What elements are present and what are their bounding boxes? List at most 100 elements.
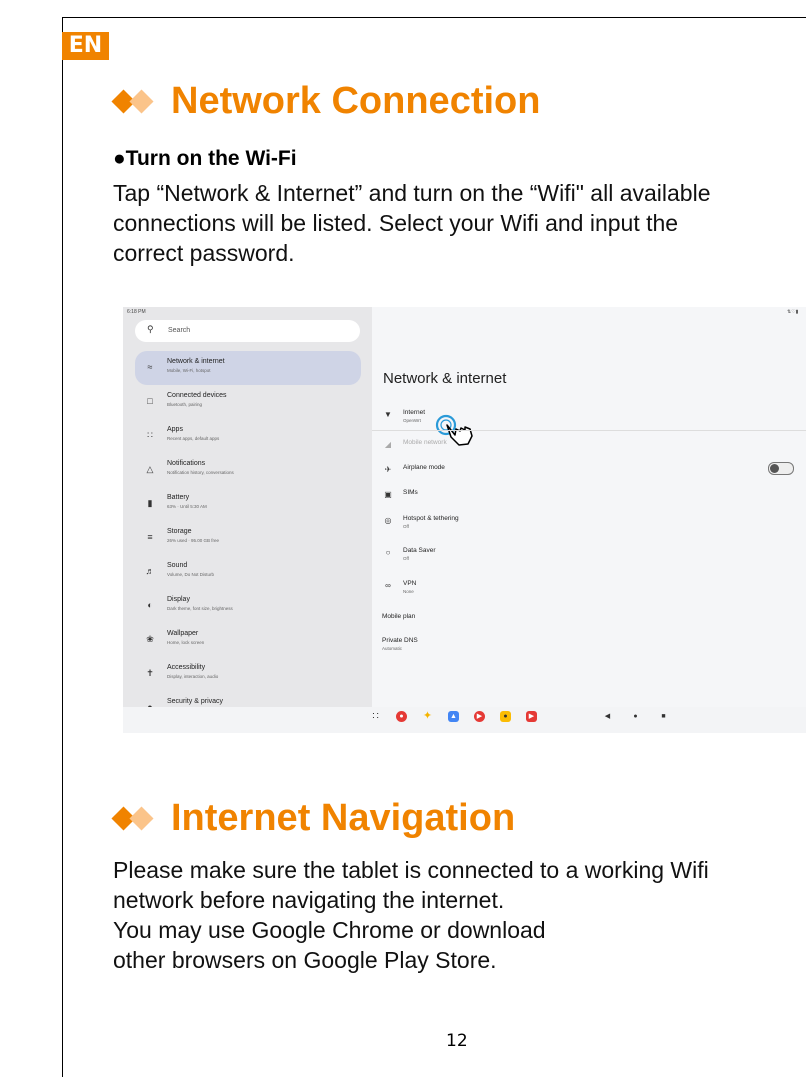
app-drawer-icon[interactable]: ∷ [370, 711, 381, 722]
sidebar-item-label: Connected devices [167, 392, 227, 399]
chrome-icon[interactable]: ● [396, 711, 407, 722]
data-saver-icon: ○ [385, 548, 391, 557]
panel-title: Network & internet [383, 370, 507, 387]
wifi-icon: ▼ [384, 410, 392, 419]
signal-icon: ◢ [384, 440, 392, 449]
sidebar-item-sub: Home, lock screen [167, 640, 205, 645]
gallery-icon[interactable]: ▲ [448, 711, 459, 722]
page-number: 12 [446, 1031, 468, 1051]
section-title: Network Connection [171, 80, 541, 122]
sidebar-item-sub: Notification history, conversations [167, 470, 234, 475]
language-tag: EN [62, 32, 109, 60]
item-sub: Off [403, 524, 409, 529]
sidebar-item-wallpaper[interactable]: ❀ Wallpaper Home, lock screen [135, 623, 361, 657]
search-placeholder: Search [168, 327, 191, 334]
item-label: VPN [403, 580, 417, 587]
photos-icon[interactable]: ✦ [422, 711, 433, 722]
brightness-icon: ◐ [147, 600, 153, 610]
item-label: Data Saver [403, 547, 436, 554]
home-icon[interactable]: ● [630, 711, 641, 722]
sidebar-item-label: Accessibility [167, 664, 206, 671]
search-icon: ⚲ [147, 324, 154, 334]
wifi-icon: ≈ [147, 362, 153, 372]
sidebar-item-label: Wallpaper [167, 630, 199, 637]
sidebar-item-label: Apps [167, 426, 183, 433]
sidebar-item-sub: Mobile, Wi-Fi, hotspot [167, 368, 211, 373]
back-icon[interactable]: ◀ [602, 711, 613, 722]
item-sub: None [403, 589, 414, 594]
music-icon[interactable]: ▶ [474, 711, 485, 722]
text-line: correct password. [113, 240, 295, 266]
item-label: Airplane mode [403, 464, 445, 471]
airplane-mode-toggle[interactable] [768, 462, 794, 475]
camera-icon[interactable]: ● [500, 711, 511, 722]
sidebar-item-connected-devices[interactable]: □ Connected devices Bluetooth, pairing [135, 385, 361, 419]
sidebar-item-label: Sound [167, 562, 188, 569]
sidebar-item-sub: Dark theme, font size, brightness [167, 606, 233, 611]
sidebar-item-label: Battery [167, 494, 190, 501]
item-label: SIMs [403, 489, 418, 496]
diamond-bullet-icon [111, 88, 159, 114]
text-line: Please make sure the tablet is connected… [113, 857, 709, 883]
sidebar-item-sub: 63% · Until 5:30 AM [167, 504, 207, 509]
settings-sidebar: 6:18 PM ⚲ Search ≈ Network & internet Mo… [123, 307, 372, 712]
subheading: ●Turn on the Wi-Fi [113, 147, 297, 170]
paragraph: Tap “Network & Internet” and turn on the… [113, 178, 711, 268]
sidebar-item-label: Notifications [167, 460, 206, 467]
vpn-key-icon: ∞ [385, 581, 391, 590]
diamond-bullet-icon [111, 805, 159, 831]
sidebar-item-sub: Volume, Do Not Disturb [167, 572, 215, 577]
sidebar-item-sound[interactable]: ♬ Sound Volume, Do Not Disturb [135, 555, 361, 589]
youtube-icon[interactable]: ▶ [526, 711, 537, 722]
section-heading-internet: Internet Navigation [111, 797, 516, 840]
sidebar-item-label: Display [167, 596, 190, 603]
item-label: Mobile network [403, 439, 447, 446]
status-time: 6:18 PM [127, 309, 146, 315]
devices-icon: □ [147, 396, 153, 406]
airplane-icon: ✈ [384, 465, 392, 474]
section-heading-network: Network Connection [111, 80, 541, 123]
item-label: Private DNS [382, 637, 418, 644]
network-panel: ⇅♡▮ Network & internet ▼ Internet OpenWr… [372, 307, 806, 707]
recents-icon[interactable]: ■ [658, 711, 669, 722]
item-sub: OpenWrt [403, 418, 421, 423]
accessibility-icon: ✝ [146, 668, 154, 678]
mobile-plan-item[interactable]: Mobile plan [382, 613, 415, 620]
sidebar-item-notifications[interactable]: △ Notifications Notification history, co… [135, 453, 361, 487]
sidebar-item-sub: Recent apps, default apps [167, 436, 220, 441]
text-line: You may use Google Chrome or download [113, 917, 546, 943]
sidebar-item-display[interactable]: ◐ Display Dark theme, font size, brightn… [135, 589, 361, 623]
private-dns-item[interactable]: Private DNS Automatic [382, 637, 418, 651]
apps-grid-icon: ∷ [147, 430, 153, 440]
storage-icon: ≡ [147, 532, 153, 542]
bell-icon: △ [146, 464, 154, 474]
hotspot-icon: ◎ [384, 516, 392, 525]
text-line: network before navigating the internet. [113, 887, 505, 913]
sidebar-item-sub: 26% used · 95.00 GB free [167, 538, 220, 543]
text-line: connections will be listed. Select your … [113, 210, 679, 236]
section-title: Internet Navigation [171, 797, 516, 839]
speaker-icon: ♬ [145, 566, 155, 576]
paragraph: Please make sure the tablet is connected… [113, 855, 709, 975]
item-label: Internet [403, 409, 426, 416]
sidebar-item-network[interactable]: ≈ Network & internet Mobile, Wi-Fi, hots… [135, 351, 361, 385]
item-sub: Automatic [382, 646, 403, 651]
tablet-screenshot: 6:18 PM ⚲ Search ≈ Network & internet Mo… [123, 307, 806, 733]
battery-icon: ▮ [147, 498, 153, 508]
item-label: Hotspot & tethering [403, 515, 459, 522]
sidebar-item-apps[interactable]: ∷ Apps Recent apps, default apps [135, 419, 361, 453]
sidebar-item-label: Network & internet [167, 358, 225, 365]
text-line: other browsers on Google Play Store. [113, 947, 497, 973]
sidebar-item-accessibility[interactable]: ✝ Accessibility Display, interaction, au… [135, 657, 361, 691]
search-input[interactable]: ⚲ Search [135, 320, 360, 342]
sidebar-item-label: Security & privacy [167, 698, 224, 705]
status-icons: ⇅♡▮ [787, 309, 799, 315]
sidebar-item-battery[interactable]: ▮ Battery 63% · Until 5:30 AM [135, 487, 361, 521]
palette-icon: ❀ [146, 634, 154, 644]
sidebar-item-label: Storage [167, 528, 192, 535]
navigation-bar: ∷ ● ✦ ▲ ▶ ● ▶ ◀ ● ■ [123, 707, 806, 729]
sidebar-item-sub: Bluetooth, pairing [167, 402, 203, 407]
text-line: Tap “Network & Internet” and turn on the… [113, 180, 711, 206]
sidebar-item-sub: Display, interaction, audio [167, 674, 219, 679]
sidebar-item-storage[interactable]: ≡ Storage 26% used · 95.00 GB free [135, 521, 361, 555]
